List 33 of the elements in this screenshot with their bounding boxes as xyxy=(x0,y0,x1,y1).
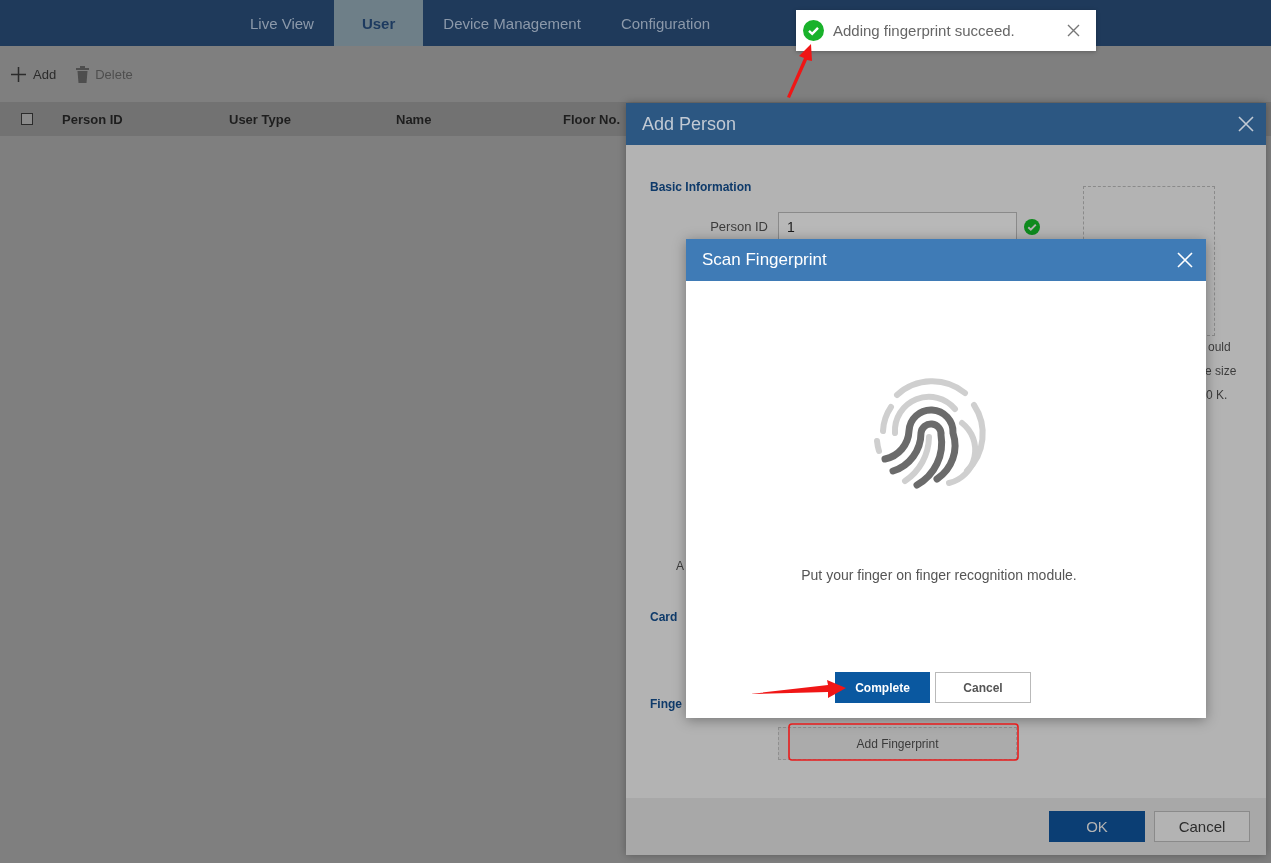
select-all-checkbox[interactable] xyxy=(21,113,33,125)
nav-tab[interactable]: Device Management xyxy=(423,0,601,46)
column-header: Person ID xyxy=(62,111,123,127)
field-label: A xyxy=(676,559,684,573)
field-label: Person ID xyxy=(710,219,768,234)
column-header: Name xyxy=(396,111,432,127)
nav-tab[interactable]: User xyxy=(333,0,424,46)
instruction-text: Put your finger on finger recognition module. xyxy=(801,567,1077,583)
dialog-title: Add Person xyxy=(642,113,737,135)
toolbar-button[interactable]: Add xyxy=(10,65,57,83)
ok-button[interactable]: OK xyxy=(1049,811,1145,842)
complete-button[interactable]: Complete xyxy=(835,672,930,703)
close-icon[interactable] xyxy=(1067,24,1080,37)
section-heading: Finge xyxy=(650,697,682,711)
add-fingerprint-button[interactable]: Add Fingerprint xyxy=(778,727,1017,760)
person-id-field[interactable]: 1 xyxy=(778,212,1017,242)
cancel-button[interactable]: Cancel xyxy=(935,672,1031,703)
nav-tab[interactable]: Configuration xyxy=(600,0,731,46)
cancel-button[interactable]: Cancel xyxy=(1154,811,1250,842)
column-header: Floor No. xyxy=(563,111,621,127)
hint-text: e size xyxy=(1205,364,1237,378)
hint-text: 0 K. xyxy=(1206,388,1228,402)
nav-tab[interactable]: Live View xyxy=(230,0,334,46)
dialog-title: Scan Fingerprint xyxy=(702,250,827,270)
close-icon[interactable] xyxy=(1238,116,1254,132)
toast-text: Adding fingerprint succeed. xyxy=(833,22,1016,39)
column-header: User Type xyxy=(229,111,291,127)
trash-icon xyxy=(76,65,90,83)
hint-text: ould xyxy=(1208,340,1231,354)
plus-icon xyxy=(10,65,27,83)
annotation-arrow xyxy=(787,44,812,98)
section-heading: Card xyxy=(650,610,678,624)
section-heading: Basic Information xyxy=(650,180,752,194)
